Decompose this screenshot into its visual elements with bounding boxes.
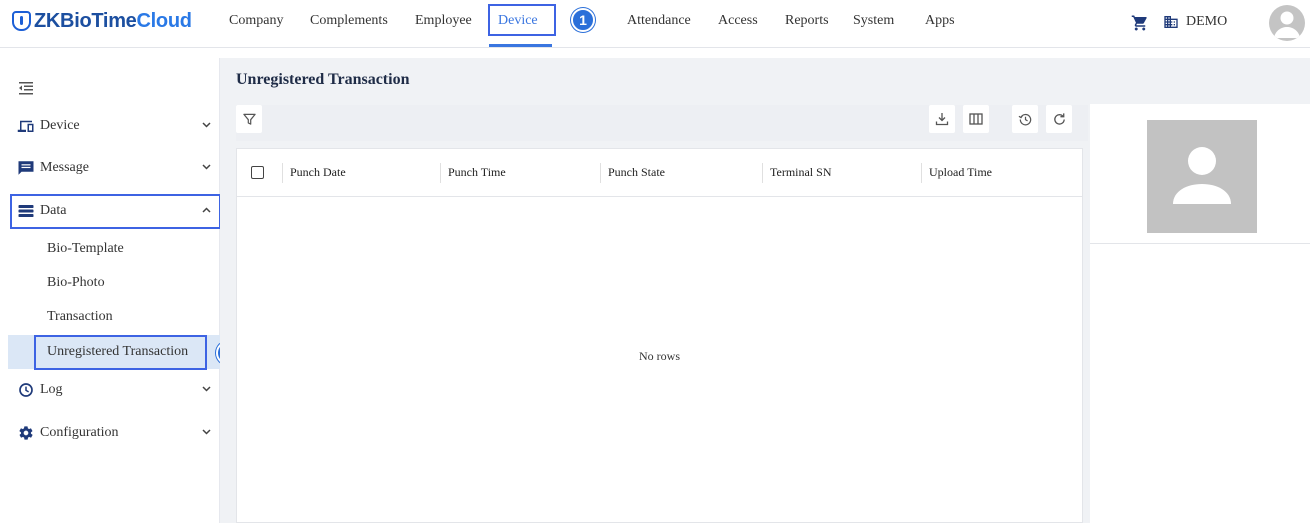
collapse-sidebar-icon[interactable] xyxy=(19,82,33,95)
panel-divider xyxy=(1090,243,1310,244)
org-name[interactable]: DEMO xyxy=(1186,14,1227,30)
refresh-button[interactable] xyxy=(1046,105,1072,133)
download-icon xyxy=(935,113,949,126)
sidebar-subitem-label: Bio-Template xyxy=(47,241,124,256)
app-logo[interactable]: ZKBioTime Cloud xyxy=(12,8,192,34)
sidebar-subitem-bio-photo[interactable]: Bio-Photo xyxy=(8,266,220,300)
column-header-label: Punch Time xyxy=(448,165,506,179)
nav-apps[interactable]: Apps xyxy=(925,13,955,29)
nav-complements[interactable]: Complements xyxy=(310,13,388,29)
nav-employee[interactable]: Employee xyxy=(415,13,472,29)
columns-button[interactable] xyxy=(963,105,989,133)
sidebar-item-log[interactable]: Log xyxy=(8,373,220,407)
logo-text-cloud: Cloud xyxy=(136,9,192,32)
chevron-down-icon xyxy=(202,122,211,128)
column-header-punch-date[interactable]: Punch Date xyxy=(282,149,440,197)
column-header-label: Punch State xyxy=(608,165,665,179)
clock-icon xyxy=(19,383,33,397)
sidebar-subitem-label: Bio-Photo xyxy=(47,275,105,290)
filter-icon xyxy=(242,113,256,125)
data-grid: Punch Date Punch Time Punch State Termin… xyxy=(236,148,1083,523)
sidebar-item-configuration[interactable]: Configuration xyxy=(8,416,220,450)
message-icon xyxy=(18,161,34,175)
sidebar-item-label: Configuration xyxy=(40,425,119,440)
history-button[interactable] xyxy=(1012,105,1038,133)
sidebar-item-label: Log xyxy=(40,382,63,397)
refresh-icon xyxy=(1053,112,1065,125)
step-marker-1: 1 xyxy=(571,8,595,32)
nav-system[interactable]: System xyxy=(853,13,894,29)
column-header-punch-time[interactable]: Punch Time xyxy=(440,149,600,197)
sidebar-item-label: Message xyxy=(40,160,89,175)
columns-icon xyxy=(969,113,983,125)
cart-icon[interactable] xyxy=(1131,14,1149,32)
column-header-terminal-sn[interactable]: Terminal SN xyxy=(762,149,921,197)
highlight-box-data xyxy=(10,194,221,229)
chevron-down-icon xyxy=(202,164,211,170)
user-avatar-icon[interactable] xyxy=(1269,5,1305,41)
building-icon xyxy=(1164,16,1178,28)
column-header-punch-state[interactable]: Punch State xyxy=(600,149,762,197)
nav-active-indicator xyxy=(489,44,552,47)
highlight-box-unregistered-transaction xyxy=(34,335,207,370)
chevron-down-icon xyxy=(202,386,211,392)
column-header-label: Punch Date xyxy=(290,165,346,179)
grid-header: Punch Date Punch Time Punch State Termin… xyxy=(237,149,1082,197)
sidebar-subitem-bio-template[interactable]: Bio-Template xyxy=(8,232,220,266)
logo-shield-icon xyxy=(12,11,31,31)
page-title: Unregistered Transaction xyxy=(236,71,410,88)
export-button[interactable] xyxy=(929,105,955,133)
sidebar-item-label: Device xyxy=(40,118,80,133)
person-placeholder-icon xyxy=(1147,120,1257,233)
grid-toolbar xyxy=(236,105,1088,141)
filter-button[interactable] xyxy=(236,105,262,133)
sidebar-item-message[interactable]: Message xyxy=(8,151,220,185)
device-icon xyxy=(17,120,34,132)
chevron-down-icon xyxy=(202,429,211,435)
highlight-box-device xyxy=(488,4,556,36)
nav-access[interactable]: Access xyxy=(718,13,758,29)
sidebar: Device Message Data Bio-Template Bio-Pho… xyxy=(8,58,220,523)
column-header-upload-time[interactable]: Upload Time xyxy=(921,149,1079,197)
column-header-label: Terminal SN xyxy=(770,165,832,179)
nav-company[interactable]: Company xyxy=(229,13,283,29)
sidebar-subitem-label: Transaction xyxy=(47,309,113,324)
nav-attendance[interactable]: Attendance xyxy=(627,13,691,29)
top-navbar: ZKBioTime Cloud Company Complements Emplo… xyxy=(0,0,1310,48)
sidebar-item-device[interactable]: Device xyxy=(8,109,220,143)
select-all-checkbox[interactable] xyxy=(251,166,264,179)
history-icon xyxy=(1018,113,1031,125)
nav-reports[interactable]: Reports xyxy=(785,13,829,29)
empty-grid-message: No rows xyxy=(639,349,680,363)
sidebar-subitem-transaction[interactable]: Transaction xyxy=(8,300,220,334)
column-header-label: Upload Time xyxy=(929,165,993,179)
photo-panel xyxy=(1090,104,1310,523)
gear-icon xyxy=(19,426,33,440)
logo-text-main: ZKBioTime xyxy=(34,9,137,32)
